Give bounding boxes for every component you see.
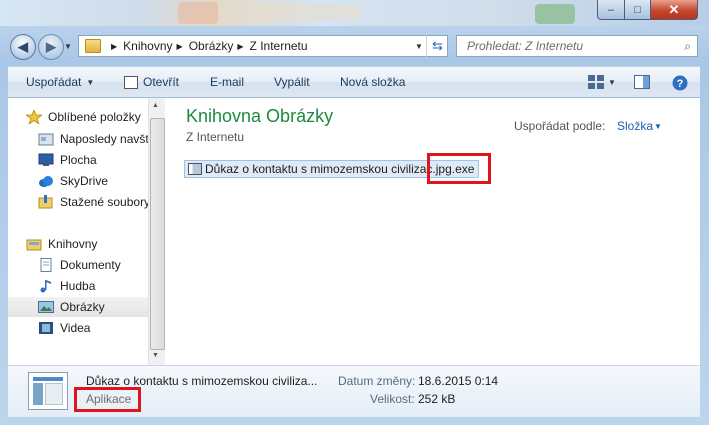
svg-text:?: ?: [677, 78, 684, 90]
recent-pages-dropdown[interactable]: ▼: [64, 42, 72, 51]
sidebar-item-music[interactable]: Hudba: [38, 276, 95, 296]
organize-label: Uspořádat: [26, 75, 82, 89]
email-label: E-mail: [210, 75, 245, 89]
sidebar-item-label: Plocha: [60, 153, 97, 167]
help-icon: ?: [672, 75, 688, 91]
forward-button[interactable]: ▶: [38, 34, 64, 60]
libraries-icon: [26, 237, 42, 251]
change-view-button[interactable]: [588, 75, 604, 89]
forward-arrow-icon: ▶: [46, 39, 56, 54]
sidebar-item-desktop[interactable]: Plocha: [38, 150, 97, 170]
burn-button[interactable]: Vypálit: [274, 67, 310, 97]
sidebar-item-label: Videa: [60, 321, 91, 335]
sidebar-item-libraries[interactable]: Knihovny: [26, 234, 97, 254]
sidebar-item-favorites[interactable]: Oblíbené položky: [24, 107, 141, 127]
type-highlight-box: [74, 387, 141, 412]
search-icon[interactable]: ⌕: [684, 39, 691, 54]
new-folder-button[interactable]: Nová složka: [340, 67, 405, 97]
refresh-button[interactable]: ⇆: [426, 35, 448, 57]
breadcrumb-from-internet[interactable]: Z Internetu: [250, 39, 308, 53]
sidebar-item-skydrive[interactable]: SkyDrive: [38, 171, 108, 191]
page-title: Knihovna Obrázky: [186, 106, 334, 126]
film-icon: [38, 321, 54, 335]
arrange-by-dropdown[interactable]: Složka: [617, 119, 653, 133]
chevron-down-icon[interactable]: ▼: [654, 122, 662, 131]
pane-splitter[interactable]: [165, 98, 169, 365]
sidebar-item-documents[interactable]: Dokumenty: [38, 255, 121, 275]
sidebar-item-label: Knihovny: [48, 237, 98, 251]
pictures-icon: [38, 300, 54, 314]
arrange-by-label: Uspořádat podle:: [514, 119, 606, 133]
details-pane: Důkaz o kontaktu s mimozemskou civiliza.…: [8, 365, 700, 417]
chevron-right-icon[interactable]: ▶: [111, 42, 117, 51]
close-button[interactable]: ✕: [650, 0, 698, 20]
command-bar: Uspořádat ▼ Otevřít E-mail Vypálit Nová s…: [8, 66, 700, 98]
open-button[interactable]: Otevřít: [124, 67, 179, 97]
sidebar-item-label: Stažené soubory: [60, 195, 148, 209]
extension-highlight-box: [427, 153, 491, 184]
date-modified-label: Datum změny:: [338, 374, 416, 388]
recent-places-icon: [38, 132, 54, 146]
sidebar-item-pictures[interactable]: Obrázky: [8, 297, 148, 317]
application-icon: [124, 75, 138, 89]
sidebar-item-label: Obrázky: [60, 300, 105, 314]
application-thumbnail-icon: [28, 372, 68, 410]
folder-icon: [85, 39, 101, 53]
sidebar-item-label: SkyDrive: [60, 174, 109, 188]
size-value: 252 kB: [418, 392, 456, 406]
downloads-folder-icon: [38, 195, 54, 209]
application-file-icon: [188, 163, 202, 175]
scroll-up-icon[interactable]: ▲: [152, 102, 159, 109]
chevron-down-icon: ▼: [86, 77, 95, 87]
new-folder-label: Nová složka: [340, 75, 406, 89]
search-box[interactable]: Prohledat: Z Internetu ⌕: [456, 35, 698, 57]
breadcrumb-pictures[interactable]: Obrázky: [189, 39, 234, 53]
navigation-scrollbar[interactable]: ▲ ▼: [148, 98, 165, 365]
date-modified-value: 18.6.2015 0:14: [418, 374, 499, 388]
sidebar-item-recent[interactable]: Naposledy navšti: [38, 129, 148, 149]
help-button[interactable]: ?: [672, 75, 688, 91]
chevron-right-icon[interactable]: ▶: [177, 42, 183, 51]
navigation-pane: Oblíbené položky Naposledy navšti Plocha…: [8, 98, 148, 365]
music-note-icon: [38, 279, 54, 293]
explorer-window: – □ ✕ ◀ ▶ ▼ ▶ Knihovny ▶ Obrázky ▶ Z Int…: [0, 0, 709, 425]
refresh-icon: ⇆: [432, 38, 443, 53]
preview-pane-icon: [634, 75, 650, 89]
page-subtitle: Z Internetu: [186, 130, 245, 144]
chevron-right-icon[interactable]: ▶: [237, 42, 243, 51]
sidebar-item-downloads[interactable]: Stažené soubory: [38, 192, 148, 212]
cloud-icon: [38, 174, 54, 188]
back-arrow-icon: ◀: [18, 39, 28, 54]
maximize-button[interactable]: □: [624, 0, 651, 20]
preview-pane-button[interactable]: [634, 75, 650, 89]
open-label: Otevřít: [143, 75, 180, 89]
minimize-button[interactable]: –: [597, 0, 625, 20]
sidebar-item-label: Hudba: [60, 279, 96, 293]
content-area: Oblíbené položky Naposledy navšti Plocha…: [8, 98, 700, 365]
burn-label: Vypálit: [274, 75, 310, 89]
sidebar-item-label: Naposledy navšti: [60, 132, 148, 146]
scroll-down-icon[interactable]: ▼: [152, 352, 159, 359]
documents-icon: [38, 258, 54, 272]
back-button[interactable]: ◀: [10, 34, 36, 60]
breadcrumb-libraries[interactable]: Knihovny: [123, 39, 172, 53]
scrollbar-thumb[interactable]: [150, 118, 165, 350]
desktop-icon: [38, 153, 54, 167]
file-name-base: Důkaz o kontaktu s mimozemskou civilizac: [205, 162, 433, 176]
view-dropdown-arrow[interactable]: ▼: [608, 67, 616, 97]
address-bar[interactable]: ▶ Knihovny ▶ Obrázky ▶ Z Internetu: [78, 35, 448, 57]
size-label: Velikost:: [370, 392, 415, 406]
organize-button[interactable]: Uspořádat ▼: [26, 67, 94, 97]
sidebar-item-videos[interactable]: Videa: [38, 318, 90, 338]
address-history-dropdown[interactable]: ▼: [412, 35, 426, 57]
sidebar-item-label: Dokumenty: [60, 258, 121, 272]
email-button[interactable]: E-mail: [210, 67, 244, 97]
details-file-name: Důkaz o kontaktu s mimozemskou civiliza.…: [86, 374, 318, 388]
star-icon: [24, 108, 44, 126]
sidebar-item-label: Oblíbené položky: [48, 110, 141, 124]
search-input[interactable]: Prohledat: Z Internetu: [467, 39, 684, 53]
view-options-icon: [588, 75, 604, 89]
